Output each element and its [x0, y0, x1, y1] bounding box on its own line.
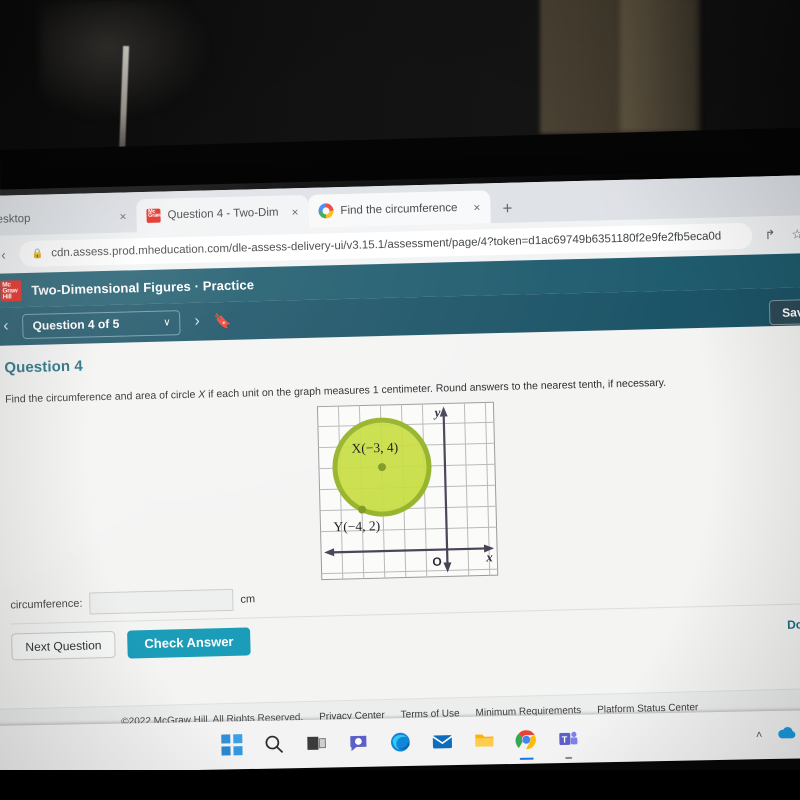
edge-icon[interactable] — [389, 731, 411, 753]
chrome-active-indicator — [519, 757, 534, 760]
circle-graph-svg: y x O X(−3, 4) Y(−4, 2) — [316, 401, 499, 580]
browser-tab-1[interactable]: McGraw Question 4 - Two-Dimensional Fi × — [136, 194, 309, 233]
mail-icon[interactable] — [431, 730, 453, 752]
screen-reflection-warm-2 — [620, 0, 698, 132]
assessment-page: Save Mc Graw Hill Two-Dimensional Figures … — [0, 253, 800, 741]
x-axis-label: x — [485, 549, 493, 564]
chrome-icon[interactable] — [515, 728, 537, 760]
tab-title: Question 4 - Two-Dimensional Fi — [167, 206, 279, 221]
back-icon[interactable]: ‹ — [0, 246, 12, 263]
chevron-down-icon: ∨ — [163, 316, 171, 329]
start-icon[interactable] — [221, 734, 243, 756]
question-heading: Question 4 — [4, 357, 84, 377]
share-icon[interactable]: ↱ — [760, 227, 779, 243]
save-button[interactable]: Save — [768, 298, 800, 326]
address-bar-url: cdn.assess.prod.mheducation.com/dle-asse… — [51, 230, 722, 260]
question-body: Question 4 Find the circumference and ar… — [0, 325, 800, 661]
origin-label: O — [432, 554, 442, 568]
teams-chat-icon[interactable] — [347, 732, 369, 754]
page-title: Two-Dimensional Figures · Practice — [31, 276, 255, 298]
show-hidden-icons-icon[interactable]: ˄ — [756, 729, 763, 741]
browser-window: esktop × Mc Graw Question 4 - Two-Dimensi… — [0, 175, 800, 741]
task-view-icon[interactable] — [305, 733, 327, 755]
system-tray: ˄ — [756, 725, 797, 745]
photo-of-monitor: esktop × Mc Graw Question 4 - Two-Dimensi… — [0, 0, 800, 800]
close-icon[interactable]: × — [291, 205, 298, 219]
prompt-part-2: if each unit on the graph measures 1 cen… — [205, 376, 667, 401]
search-icon[interactable] — [263, 733, 285, 755]
close-icon[interactable]: × — [119, 209, 126, 223]
circumference-input[interactable] — [89, 588, 234, 615]
prompt-part-1: Find the circumference and area of circl… — [5, 388, 199, 406]
question-selector-dropdown[interactable]: Question 4 of 5 ∨ — [22, 309, 181, 339]
question-prompt: Find the circumference and area of circl… — [5, 373, 800, 407]
new-tab-button[interactable]: + — [490, 198, 523, 223]
question-selector-label: Question 4 of 5 — [32, 316, 120, 333]
coordinate-plane-figure: y x O X(−3, 4) Y(−4, 2) — [316, 401, 499, 580]
tab-title: esktop — [0, 212, 31, 226]
onedrive-icon[interactable] — [776, 725, 796, 744]
mcgraw-hill-favicon: Mc Graw — [146, 208, 161, 223]
done-button[interactable]: Done — [787, 617, 800, 632]
answer-label: circumference: — [10, 597, 83, 612]
answer-unit: cm — [240, 592, 256, 606]
teams-icon[interactable]: T — [557, 728, 579, 759]
svg-text:T: T — [562, 735, 568, 745]
next-question-button[interactable]: Next Question — [11, 631, 116, 661]
mcgraw-hill-logo: Mc Graw Hill — [0, 279, 22, 302]
browser-tab-0[interactable]: esktop × — [0, 199, 137, 236]
lock-icon: 🔒 — [31, 248, 44, 260]
bookmark-star-icon[interactable]: ☆ — [787, 226, 800, 242]
desk-below-monitor — [0, 770, 800, 800]
check-answer-button[interactable]: Check Answer — [127, 627, 251, 659]
bookmark-icon[interactable]: 🔖 — [214, 312, 232, 329]
next-question-icon[interactable]: › — [194, 313, 200, 331]
tab-title: Find the circumference and area — [340, 201, 460, 217]
file-explorer-icon[interactable] — [473, 729, 495, 751]
point-label-y: Y(−4, 2) — [333, 518, 380, 534]
browser-tab-2[interactable]: Find the circumference and area × — [308, 190, 491, 228]
close-icon[interactable]: × — [473, 200, 480, 214]
previous-question-icon[interactable]: ‹ — [3, 317, 9, 335]
teams-active-indicator — [565, 756, 573, 759]
google-favicon — [318, 203, 334, 219]
center-label-x: X(−3, 4) — [351, 439, 398, 455]
